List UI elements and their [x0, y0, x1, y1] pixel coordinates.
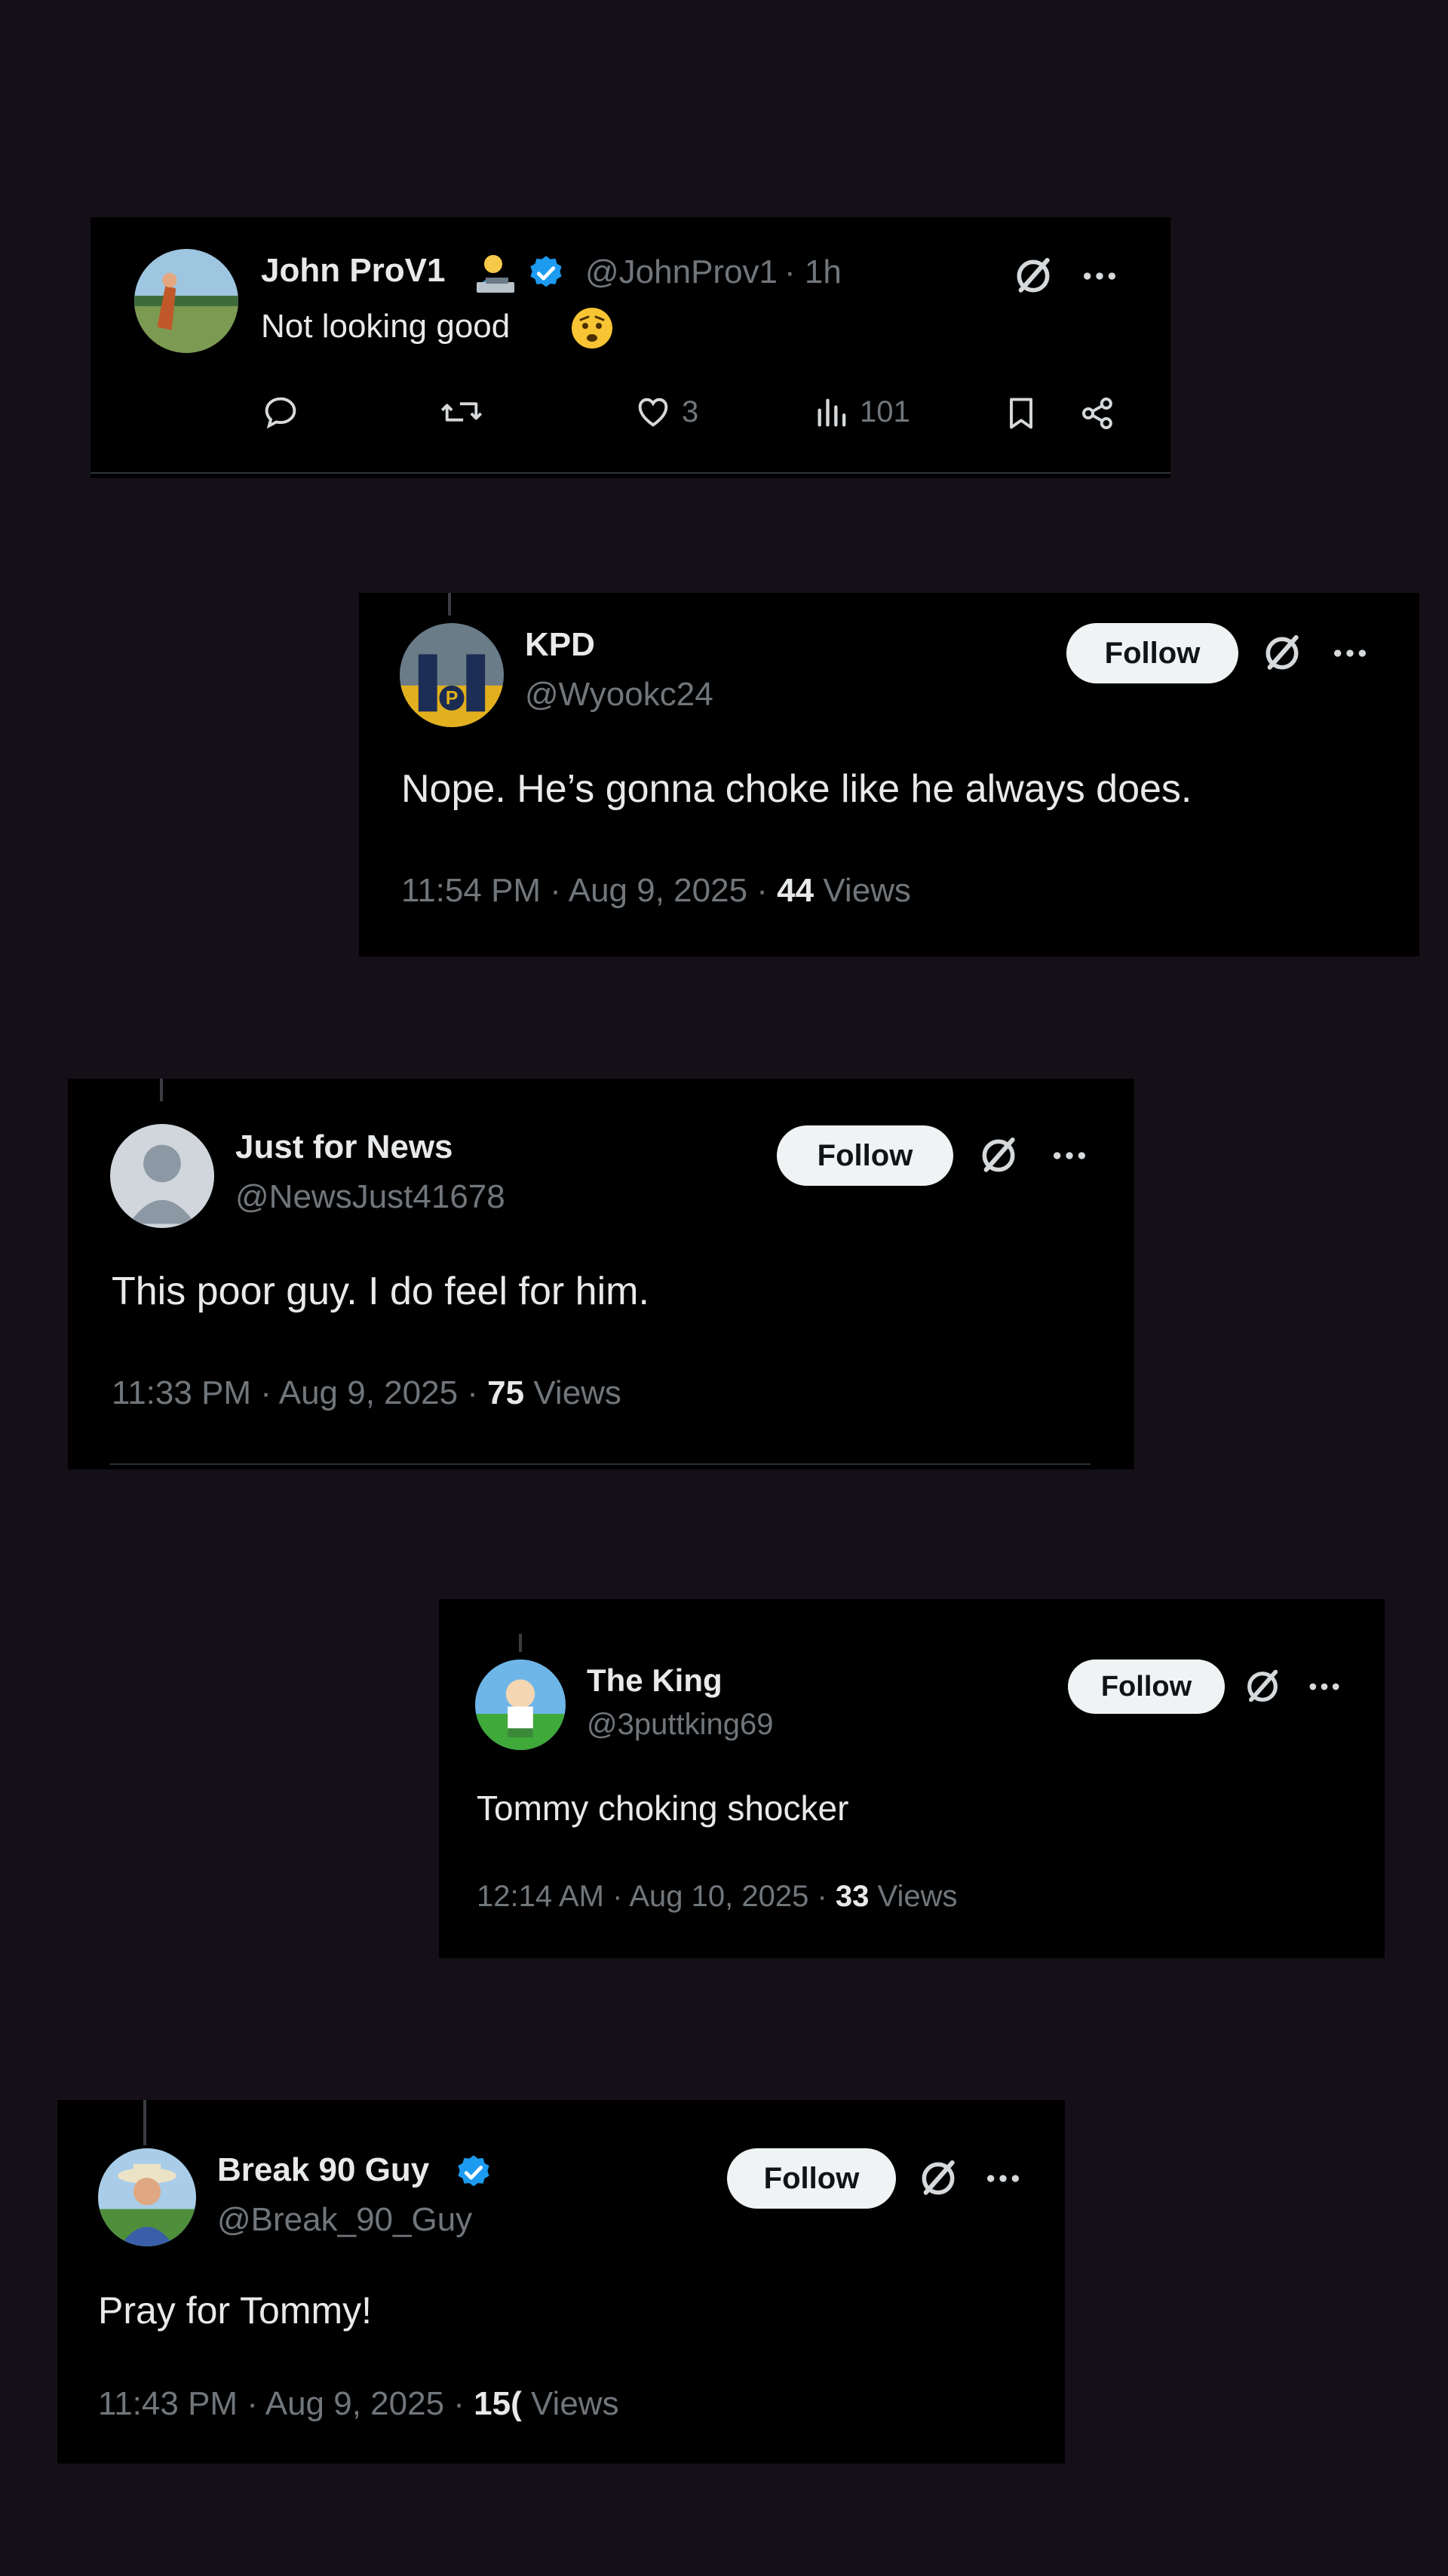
author-name[interactable]: John ProV1 — [261, 252, 446, 290]
avatar[interactable] — [110, 1124, 214, 1228]
more-options-icon[interactable] — [982, 2157, 1024, 2200]
author-handle[interactable]: @NewsJust41678 — [235, 1178, 505, 1216]
tweet-text: Tommy choking shocker — [477, 1788, 849, 1828]
more-options-icon[interactable] — [1078, 255, 1121, 297]
tweet-timestamp[interactable]: 12:14 AM · Aug 10, 2025 · — [477, 1880, 836, 1913]
reply-icon — [265, 397, 296, 429]
views-label: Views — [823, 872, 911, 909]
views-label: Views — [877, 1880, 958, 1913]
person-at-laptop-emoji-icon — [471, 252, 519, 294]
tweet-card-break-90-guy[interactable]: Break 90 Guy @Break_90_Guy Follow Pray f… — [57, 2100, 1065, 2464]
grok-icon[interactable] — [917, 2157, 959, 2200]
follow-button[interactable]: Follow — [777, 1125, 953, 1186]
follow-button[interactable]: Follow — [1066, 623, 1238, 683]
worried-face-icon — [570, 306, 614, 350]
tweet-text: Nope. He’s gonna choke like he always do… — [401, 767, 1192, 811]
divider — [110, 1463, 1091, 1465]
share-icon[interactable] — [1078, 394, 1118, 433]
tweet-timestamp[interactable]: 11:33 PM · Aug 9, 2025 · — [112, 1374, 487, 1411]
avatar[interactable] — [134, 249, 238, 353]
verified-badge-icon — [454, 2153, 493, 2192]
author-name[interactable]: Break 90 Guy — [217, 2151, 429, 2189]
tweet-text: This poor guy. I do feel for him. — [112, 1270, 649, 1313]
follow-button[interactable]: Follow — [1068, 1660, 1225, 1714]
tweet-text: Not looking good — [261, 308, 511, 345]
author-name[interactable]: Just for News — [235, 1128, 453, 1166]
more-options-icon[interactable] — [1305, 1667, 1344, 1706]
author-name[interactable]: The King — [587, 1663, 722, 1699]
tweet-meta: 12:14 AM · Aug 10, 2025 · 33 Views — [477, 1880, 958, 1914]
analytics-icon — [818, 398, 846, 427]
reply-button[interactable] — [261, 394, 308, 430]
grok-icon[interactable] — [1243, 1667, 1282, 1706]
grok-icon[interactable] — [1261, 632, 1303, 674]
author-handle[interactable]: @Wyookc24 — [525, 676, 713, 714]
author-handle[interactable]: @3puttking69 — [587, 1708, 773, 1742]
more-options-icon[interactable] — [1329, 632, 1371, 674]
view-count: 101 — [860, 395, 910, 428]
views-label: Views — [533, 1374, 621, 1411]
author-handle[interactable]: @Break_90_Guy — [217, 2201, 472, 2239]
bookmark-icon[interactable] — [1002, 394, 1041, 433]
thread-line — [519, 1634, 522, 1652]
grok-icon[interactable] — [977, 1134, 1020, 1177]
view-count: 15( — [474, 2385, 522, 2422]
avatar[interactable]: P — [400, 623, 504, 727]
avatar[interactable] — [475, 1660, 566, 1750]
avatar[interactable] — [98, 2148, 196, 2246]
tweet-card-kpd[interactable]: P KPD @Wyookc24 Follow Nope. He’s gonna … — [359, 593, 1419, 956]
author-handle[interactable]: @JohnProv1 — [585, 253, 778, 291]
tweet-meta: 11:43 PM · Aug 9, 2025 · 15( Views — [98, 2385, 619, 2423]
thread-line — [160, 1079, 163, 1101]
more-options-icon[interactable] — [1048, 1134, 1091, 1177]
thread-line — [143, 2100, 146, 2145]
grok-icon[interactable] — [1012, 255, 1054, 297]
tweet-timestamp[interactable]: · 1h — [784, 253, 842, 291]
views-button[interactable]: 101 — [813, 394, 910, 430]
svg-text:P: P — [446, 689, 459, 709]
tweet-card-the-king[interactable]: The King @3puttking69 Follow Tommy choki… — [439, 1599, 1385, 1958]
tweet-text: Pray for Tommy! — [98, 2289, 373, 2332]
tweet-card-johnprov1[interactable]: John ProV1 @JohnProv1 · 1h Not looking g… — [90, 217, 1170, 478]
author-name[interactable]: KPD — [525, 626, 595, 664]
thread-line — [448, 593, 451, 616]
heart-icon — [638, 398, 668, 427]
follow-button[interactable]: Follow — [727, 2148, 896, 2209]
tweet-meta: 11:54 PM · Aug 9, 2025 · 44 Views — [401, 872, 911, 910]
like-button[interactable]: 3 — [632, 394, 698, 430]
repost-icon — [440, 402, 483, 422]
view-count: 33 — [835, 1880, 870, 1913]
verified-badge-icon — [526, 253, 566, 293]
tweet-timestamp[interactable]: 11:43 PM · Aug 9, 2025 · — [98, 2385, 474, 2422]
views-label: Views — [531, 2385, 619, 2422]
tweet-timestamp[interactable]: 11:54 PM · Aug 9, 2025 · — [401, 872, 777, 909]
view-count: 75 — [487, 1374, 525, 1411]
tweet-card-just-for-news[interactable]: Just for News @NewsJust41678 Follow This… — [68, 1079, 1134, 1469]
view-count: 44 — [777, 872, 814, 909]
like-count: 3 — [682, 395, 699, 428]
divider — [90, 472, 1170, 474]
repost-button[interactable] — [439, 394, 492, 430]
tweet-meta: 11:33 PM · Aug 9, 2025 · 75 Views — [112, 1374, 621, 1412]
